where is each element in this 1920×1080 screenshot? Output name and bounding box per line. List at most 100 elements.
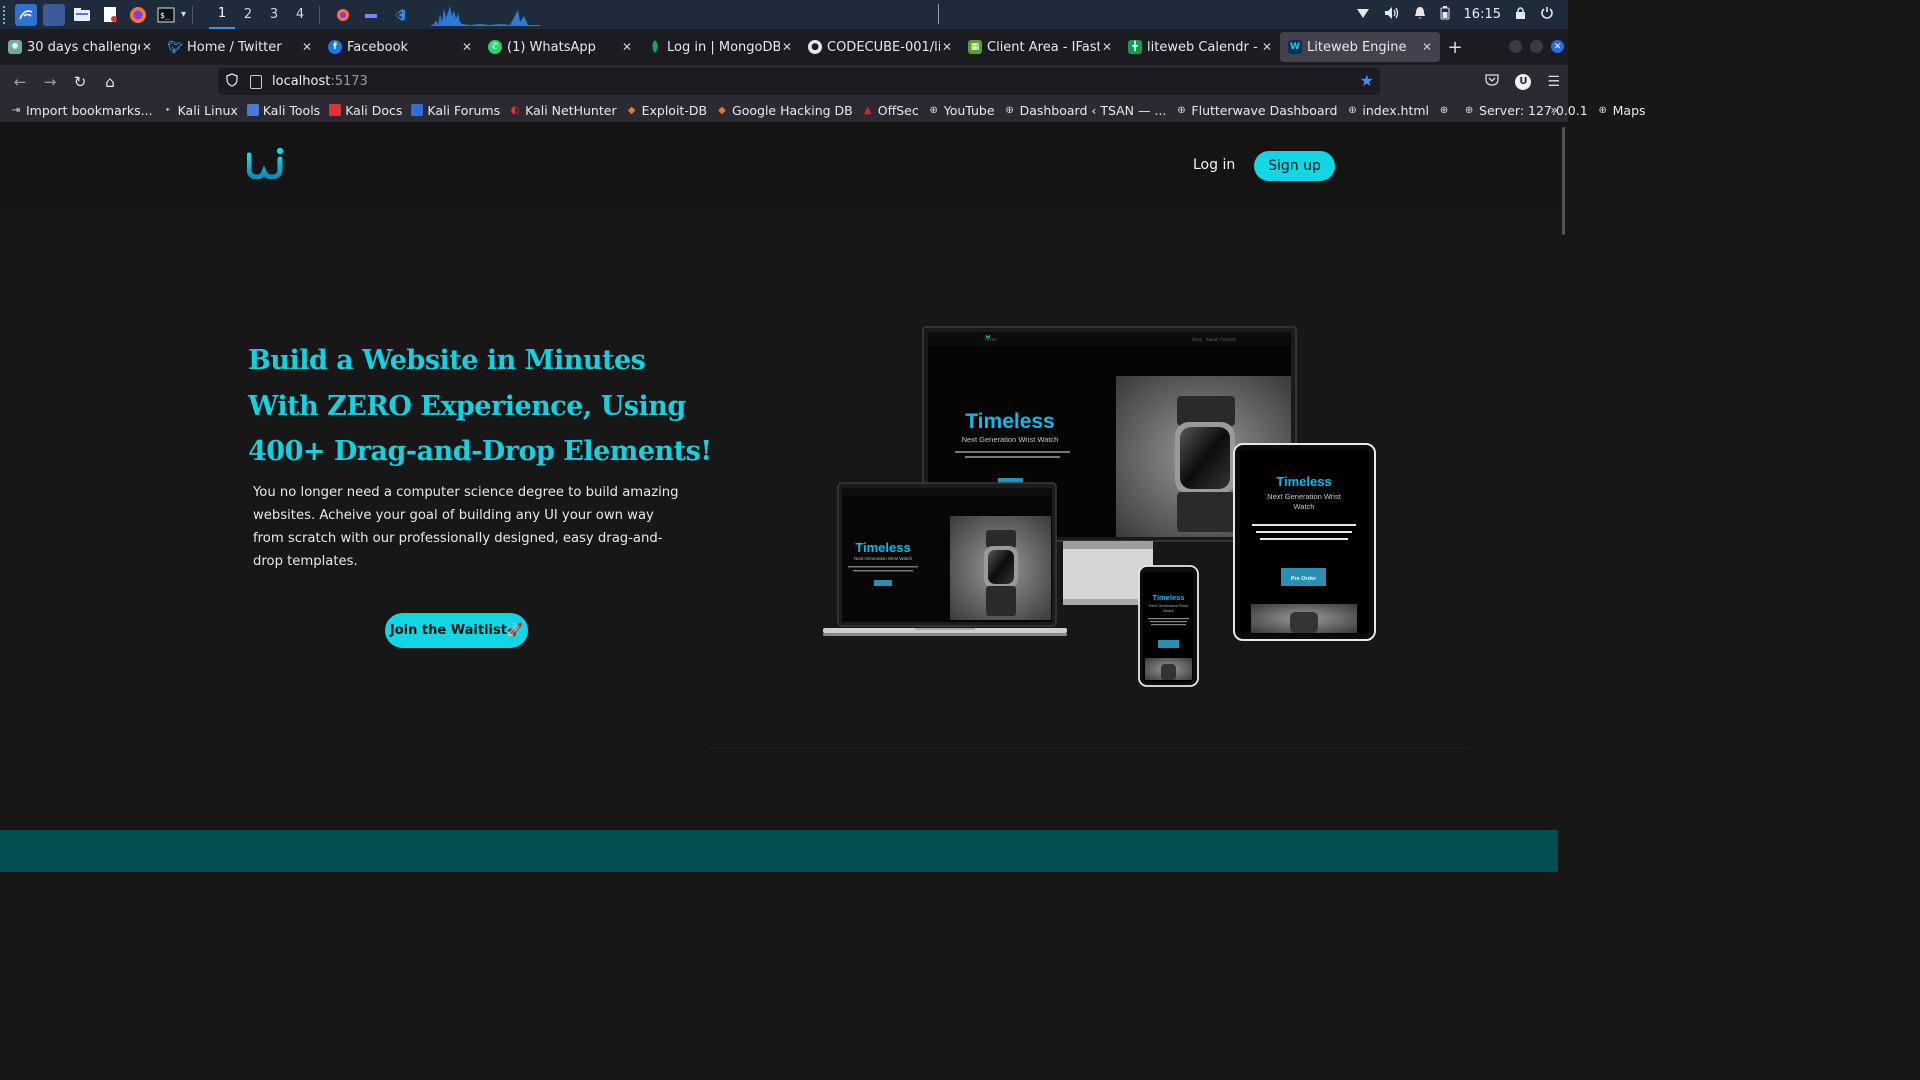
close-icon[interactable]: ✕ — [460, 40, 474, 54]
network-icon[interactable] — [1356, 7, 1370, 23]
workspace-1[interactable]: 1 — [209, 0, 236, 29]
tab-title: Log in | MongoDB — [667, 39, 780, 55]
offsec-icon: ▲ — [863, 104, 872, 116]
bookmark-label: YouTube — [943, 102, 995, 118]
browser-tab[interactable]: ✺ 30 days challenge ✕ — [0, 29, 160, 65]
url-bar[interactable]: localhost:5173 ★ — [218, 68, 1380, 95]
globe-icon: ⊕ — [1348, 104, 1357, 116]
browser-tab-active[interactable]: W Liteweb Engine ✕ — [1280, 32, 1440, 62]
bookmark-label: Google Hacking DB — [732, 102, 853, 118]
reload-icon[interactable]: ↻ — [65, 73, 95, 91]
browser-tab[interactable]: 🐦︎ Home / Twitter ✕ — [160, 29, 320, 65]
window-close-icon[interactable]: ✕ — [1551, 40, 1564, 53]
exploitdb-icon: ◆ — [627, 104, 636, 116]
join-waitlist-button[interactable]: Join the Waitlist🚀 — [385, 613, 528, 648]
bookmark-item[interactable]: ⊕ index.html — [1346, 103, 1429, 118]
text-editor-icon[interactable] — [99, 4, 121, 26]
device-mockup-image: Home Shop About Contact Timeless Next Ge… — [823, 326, 1376, 687]
minimize-icon[interactable] — [1509, 40, 1522, 53]
back-arrow-icon[interactable]: ← — [5, 73, 35, 91]
firefox-icon[interactable] — [127, 4, 149, 26]
maximize-icon[interactable] — [1530, 40, 1543, 53]
browser-tab[interactable]: ▦ Client Area - IFastnet ✕ — [960, 29, 1120, 65]
volume-icon[interactable] — [1384, 6, 1400, 24]
ifastnet-icon: ▦ — [968, 40, 982, 54]
bookmark-item[interactable]: ⊕ Server: 127.0.0.1 — [1463, 103, 1588, 118]
workspace-2[interactable]: 2 — [235, 0, 261, 29]
chevron-down-icon[interactable]: ▾ — [181, 9, 186, 20]
mockup-subtitle: Next Generation Wrist Watch — [854, 556, 913, 561]
workspace-4[interactable]: 4 — [287, 0, 313, 29]
browser-tab[interactable]: f Facebook ✕ — [320, 29, 480, 65]
close-icon[interactable]: ✕ — [300, 40, 314, 54]
tab-title: liteweb Calendr - Go — [1147, 39, 1260, 55]
close-icon[interactable]: ✕ — [1260, 40, 1274, 54]
browser-tab[interactable]: ✆ (1) WhatsApp ✕ — [480, 29, 640, 65]
bookmark-item[interactable]: Kali Docs — [329, 103, 402, 118]
login-link[interactable]: Log in — [1193, 157, 1235, 173]
bookmark-item[interactable]: ▲ OffSec — [862, 103, 919, 118]
workspace-3[interactable]: 3 — [261, 0, 287, 29]
bookmark-label: Kali Linux — [177, 102, 238, 118]
bookmark-item[interactable]: ◐ Kali NetHunter — [509, 103, 617, 118]
system-tray: 16:15 — [1356, 0, 1568, 29]
firefox-window-icon[interactable] — [332, 4, 354, 26]
tab-title: 30 days challenge — [27, 39, 140, 55]
bookmark-item[interactable]: ◆ Exploit-DB — [626, 103, 707, 118]
url-port: :5173 — [330, 74, 368, 89]
pocket-icon[interactable] — [1485, 73, 1500, 90]
notification-bell-icon[interactable] — [1414, 6, 1426, 24]
site-header: Log in Sign up — [0, 123, 1560, 207]
clock[interactable]: 16:15 — [1464, 7, 1501, 22]
bookmark-item[interactable]: ⇥ Import bookmarks... — [10, 103, 153, 118]
footer-band — [0, 830, 1558, 872]
ublock-icon[interactable]: U — [1515, 73, 1532, 90]
page-info-icon[interactable] — [250, 74, 262, 89]
bookmark-item[interactable]: ◆ Google Hacking DB — [716, 103, 853, 118]
cpu-graph-icon — [430, 5, 541, 26]
mockup-nav-link: Shop — [1192, 337, 1203, 342]
signup-button[interactable]: Sign up — [1254, 151, 1335, 181]
new-tab-icon[interactable]: + — [1440, 37, 1470, 58]
mockup-brand: Timeless — [965, 410, 1055, 433]
bookmark-item[interactable]: ᛭ Kali Linux — [162, 103, 238, 118]
browser-tab[interactable]: ● CODECUBE-001/lite ✕ — [800, 29, 960, 65]
bookmark-star-icon[interactable]: ★ — [1360, 71, 1374, 90]
file-manager-icon[interactable] — [71, 4, 93, 26]
close-icon[interactable]: ✕ — [1420, 40, 1434, 54]
bookmark-item[interactable]: Kali Tools — [246, 103, 320, 118]
kali-menu-icon[interactable] — [15, 3, 37, 26]
battery-icon[interactable] — [1440, 5, 1450, 24]
page-scrollbar[interactable] — [1562, 127, 1565, 235]
window-thumb-icon[interactable] — [360, 4, 382, 26]
vscode-icon[interactable] — [388, 4, 410, 26]
liteweb-logo[interactable] — [246, 147, 285, 183]
sheets-icon: ╋ — [1128, 40, 1142, 54]
close-icon[interactable]: ✕ — [780, 40, 794, 54]
bookmark-item[interactable]: ⊕ — [1438, 104, 1454, 116]
close-icon[interactable]: ✕ — [1100, 40, 1114, 54]
close-icon[interactable]: ✕ — [140, 40, 154, 54]
browser-tab[interactable]: Log in | MongoDB ✕ — [640, 29, 800, 65]
svg-text:$_: $_ — [160, 11, 170, 20]
desktop-icon[interactable] — [43, 3, 65, 26]
bookmark-label: Maps — [1612, 102, 1646, 118]
hamburger-menu-icon[interactable]: ☰ — [1547, 74, 1560, 90]
bookmark-item[interactable]: ⊕ Maps — [1597, 102, 1646, 118]
github-icon: ● — [808, 40, 822, 54]
lock-icon[interactable] — [1515, 6, 1526, 24]
bookmark-item[interactable]: ⊕ YouTube — [928, 103, 995, 118]
bookmark-item[interactable]: ⊕ Dashboard ‹ TSAN — ... — [1004, 103, 1166, 118]
tracking-shield-icon[interactable] — [226, 72, 240, 91]
bookmark-item[interactable]: Kali Forums — [411, 103, 500, 118]
bookmarks-overflow-icon[interactable]: » — [1550, 102, 1558, 117]
bookmark-label: index.html — [1362, 102, 1430, 118]
power-icon[interactable] — [1540, 6, 1554, 24]
home-icon[interactable]: ⌂ — [95, 73, 125, 91]
close-icon[interactable]: ✕ — [620, 40, 634, 54]
bookmark-item[interactable]: ⊕ Flutterwave Dashboard — [1175, 103, 1337, 118]
terminal-icon[interactable]: $_ — [155, 4, 177, 26]
close-icon[interactable]: ✕ — [940, 40, 954, 54]
forward-arrow-icon[interactable]: → — [35, 73, 65, 91]
browser-tab[interactable]: ╋ liteweb Calendr - Go ✕ — [1120, 29, 1280, 65]
